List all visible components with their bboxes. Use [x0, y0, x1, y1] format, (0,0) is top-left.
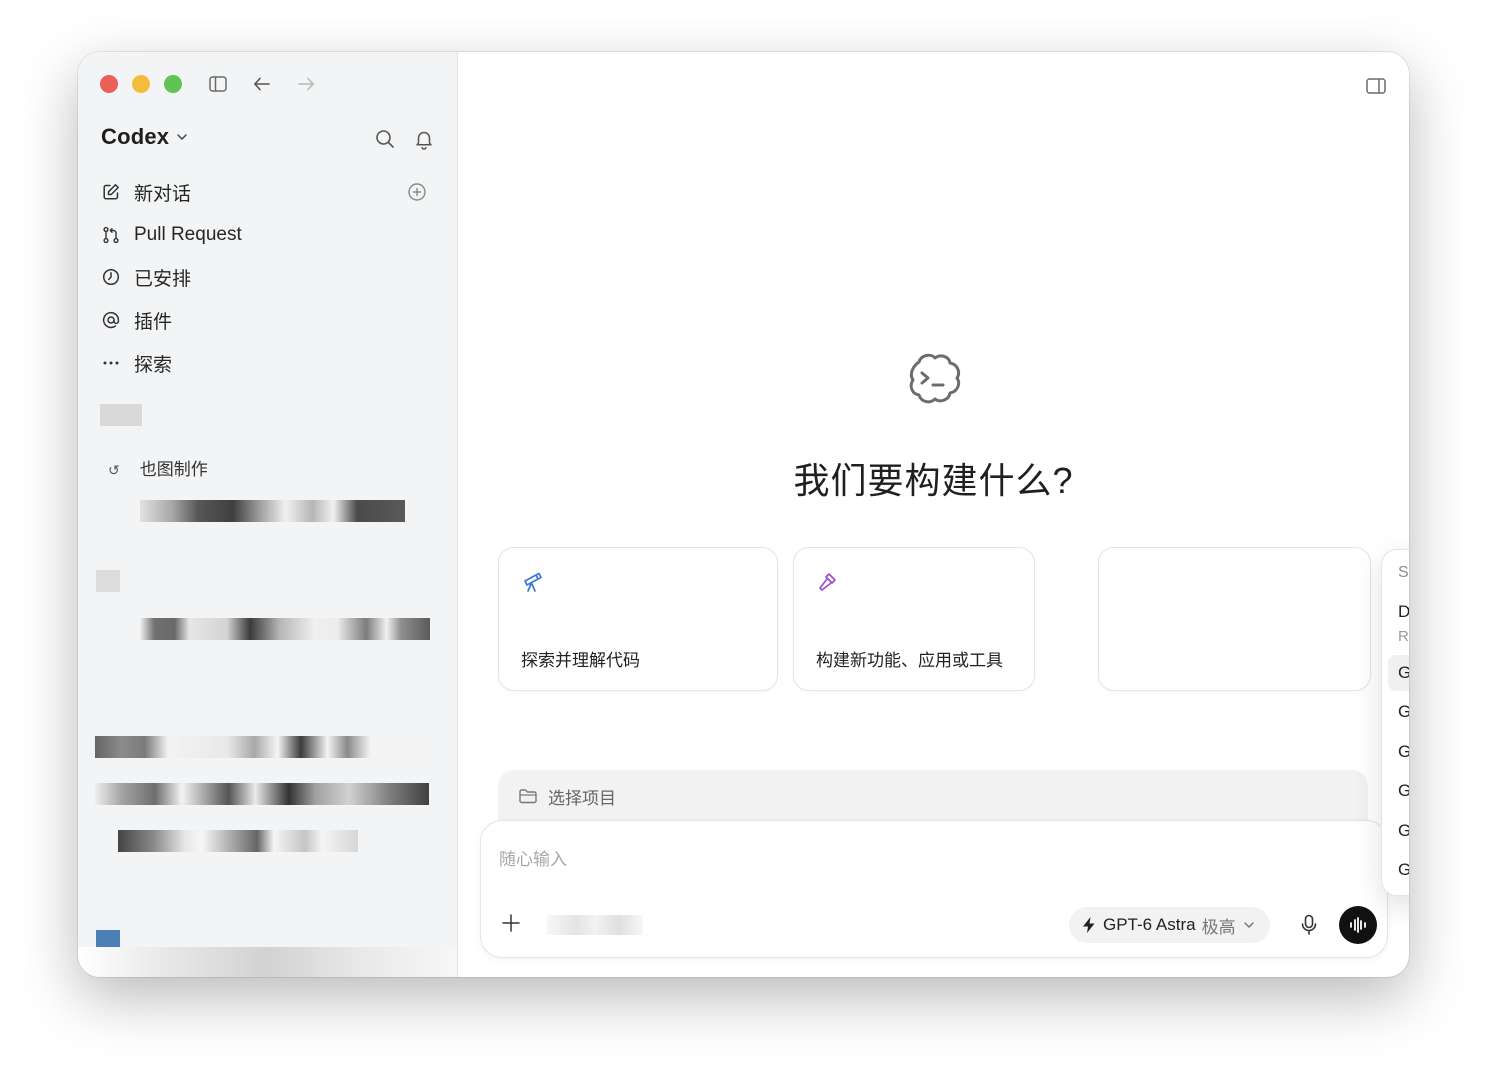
redacted-block — [547, 915, 643, 935]
chat-composer[interactable]: 随心输入 GPT-6 Astra 极高 — [480, 820, 1388, 958]
model-option-default[interactable]: Default — [1398, 602, 1409, 622]
model-option-label: GPT-6 Astra — [1398, 663, 1409, 682]
reasoning-effort-label: 极高 — [1201, 917, 1236, 937]
redacted-block — [140, 618, 430, 640]
waveform-icon — [1350, 917, 1366, 933]
redacted-block — [118, 830, 358, 852]
add-chat-icon[interactable] — [406, 181, 428, 203]
sidebar-item-new-chat[interactable]: 新对话 — [94, 173, 442, 211]
maximize-window-button[interactable] — [164, 75, 182, 93]
model-option-label: GPT-5.4 Mini — [1398, 860, 1409, 879]
sidebar-item-label: 新对话 — [134, 183, 192, 205]
model-selector-label: GPT-6 Astra — [1103, 915, 1196, 934]
suggestion-card-explore[interactable]: 探索并理解代码 — [498, 547, 778, 691]
toggle-sidebar-icon[interactable] — [208, 74, 228, 94]
add-attachment-icon[interactable] — [501, 913, 521, 938]
redacted-block — [78, 947, 457, 977]
redacted-block — [96, 570, 120, 592]
edit-icon — [100, 181, 122, 203]
main-panel: 我们要构建什么? 探索并理解代码 构建新功能、应用或工具 选择项目 随心输入 G… — [458, 52, 1409, 977]
telescope-icon — [521, 570, 545, 599]
project-selector-label: 选择项目 — [548, 788, 616, 808]
git-pull-request-icon — [100, 224, 122, 246]
prompt-input[interactable]: 随心输入 — [499, 845, 567, 870]
suggestion-card-third[interactable] — [1098, 547, 1371, 691]
sidebar-item-explore[interactable]: 探索 — [94, 344, 442, 382]
suggestion-card-label: 构建新功能、应用或工具 — [816, 651, 1003, 670]
sidebar-item-plugins[interactable]: 插件 — [94, 301, 442, 339]
chevron-down-icon — [1243, 922, 1254, 928]
chevron-down-icon — [177, 134, 187, 140]
page-title: 我们要构建什么? — [793, 460, 1074, 501]
dropdown-header: Select model — [1398, 564, 1409, 581]
model-option-gpt-5-6-terra[interactable]: GPT-5.6 Terra — [1388, 734, 1409, 770]
history-item[interactable]: ↺ 也图制作 — [108, 455, 208, 480]
sidebar-item-label: 已安排 — [134, 268, 192, 290]
lightning-icon — [1083, 917, 1095, 933]
workspace-switcher[interactable]: Codex — [101, 124, 189, 150]
redacted-block — [96, 930, 120, 948]
hammer-icon — [816, 570, 840, 599]
forward-arrow-icon[interactable] — [296, 74, 316, 94]
voice-mode-button[interactable] — [1339, 906, 1377, 944]
more-icon — [100, 352, 122, 374]
sidebar-item-pull-request[interactable]: Pull Request — [94, 216, 442, 254]
model-option-default-description: Recommended set of models — [1398, 628, 1409, 645]
sidebar-item-label: 插件 — [134, 311, 173, 333]
notification-bell-icon[interactable] — [413, 128, 435, 150]
sidebar: Codex 新对话 Pull Request 已安排 插件 探索 ↺ 也图制作 — [78, 52, 458, 977]
close-window-button[interactable] — [100, 75, 118, 93]
search-icon[interactable] — [374, 128, 396, 150]
minimize-window-button[interactable] — [132, 75, 150, 93]
at-sign-icon — [100, 309, 122, 331]
model-option-gpt-6-astra[interactable]: GPT-6 Astra — [1388, 655, 1409, 691]
app-window: Codex 新对话 Pull Request 已安排 插件 探索 ↺ 也图制作 … — [78, 52, 1409, 977]
suggestion-card-label: 探索并理解代码 — [521, 651, 640, 670]
microphone-icon[interactable] — [1299, 913, 1319, 942]
model-option-gpt-5-6-sol[interactable]: GPT-5.6 Sol — [1388, 694, 1409, 730]
model-option-label: GPT-5.6 Sol — [1398, 702, 1409, 721]
redacted-block — [140, 500, 405, 522]
model-option-gpt-5-5[interactable]: GPT-5.5 — [1388, 813, 1409, 849]
sidebar-item-label: 探索 — [134, 354, 173, 376]
back-arrow-icon[interactable] — [252, 74, 272, 94]
suggestion-card-build[interactable]: 构建新功能、应用或工具 — [793, 547, 1035, 691]
model-option-label: GPT-5.5 — [1398, 821, 1409, 840]
model-option-gpt-5-4-mini[interactable]: GPT-5.4 Mini — [1388, 852, 1409, 888]
model-dropdown-menu: Select model Default Recommended set of … — [1381, 549, 1409, 896]
toggle-right-panel-icon[interactable] — [1365, 76, 1387, 101]
project-selector[interactable]: 选择项目 — [498, 770, 1368, 822]
model-selector-button[interactable]: GPT-6 Astra 极高 — [1069, 907, 1270, 943]
folder-icon — [518, 787, 538, 805]
sidebar-item-scheduled[interactable]: 已安排 — [94, 258, 442, 296]
redacted-block — [95, 783, 429, 805]
sidebar-item-label: Pull Request — [134, 224, 242, 245]
clock-icon — [100, 266, 122, 288]
redacted-block — [100, 404, 142, 426]
codex-cloud-logo-icon — [898, 344, 968, 419]
redacted-block — [95, 736, 427, 758]
model-option-label: GPT-5.6 Luna — [1398, 781, 1409, 800]
model-option-gpt-5-6-luna[interactable]: GPT-5.6 Luna — [1388, 773, 1409, 809]
history-item-label: 也图制作 — [139, 460, 208, 479]
model-option-label: GPT-5.6 Terra — [1398, 742, 1409, 761]
app-name: Codex — [101, 124, 170, 149]
